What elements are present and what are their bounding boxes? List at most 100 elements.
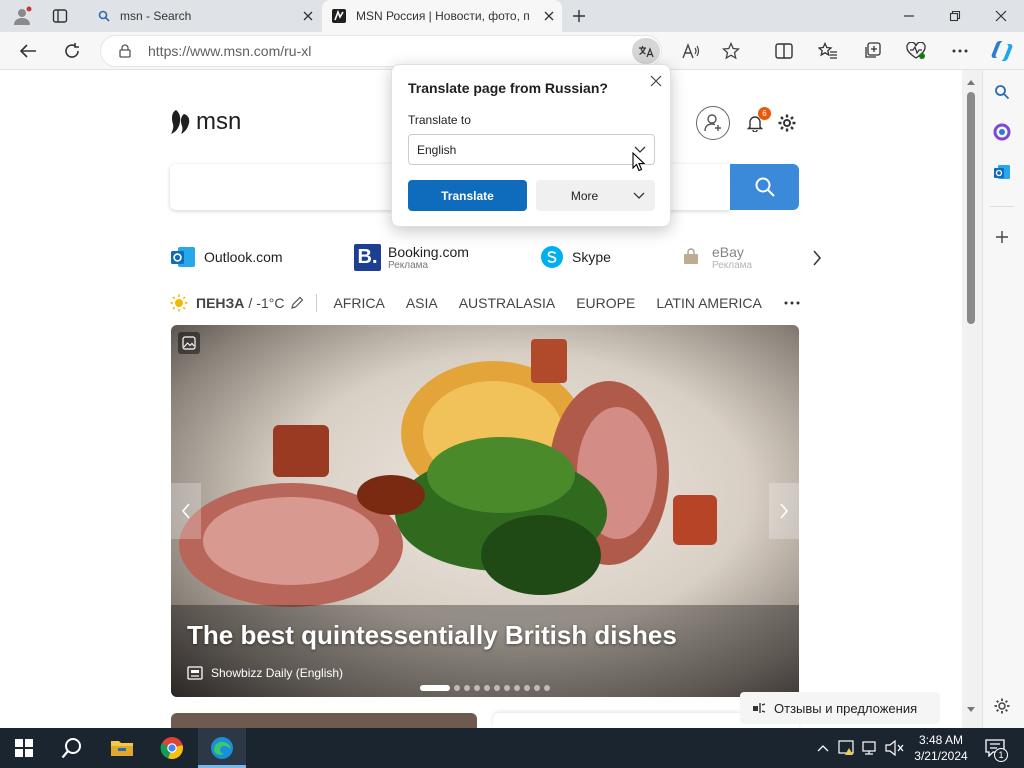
quick-link-outlook[interactable]: Outlook.com xyxy=(170,240,283,274)
copilot-icon[interactable] xyxy=(988,38,1016,64)
sidebar-add-icon[interactable] xyxy=(990,225,1014,249)
tab-title: MSN Россия | Новости, фото, п xyxy=(356,9,530,23)
sidebar-search-icon[interactable] xyxy=(990,80,1014,104)
nav-item-europe[interactable]: EUROPE xyxy=(576,295,635,311)
nav-item-latin-america[interactable]: LATIN AMERICA xyxy=(656,295,762,311)
quick-link-booking[interactable]: B. Booking.com Реклама xyxy=(354,240,469,274)
file-explorer-icon[interactable] xyxy=(98,728,146,768)
weather-temp[interactable]: -1°C xyxy=(256,295,284,311)
weather-location[interactable]: ПЕНЗА xyxy=(196,295,244,311)
edit-pencil-icon[interactable] xyxy=(290,296,304,310)
tab-actions-icon[interactable] xyxy=(50,6,70,26)
msn-logo-text: msn xyxy=(196,108,242,135)
close-window-icon[interactable] xyxy=(990,6,1012,26)
lock-icon[interactable] xyxy=(116,42,134,60)
hero-source[interactable]: Showbizz Daily (English) xyxy=(211,666,343,680)
sidebar-outlook-icon[interactable] xyxy=(990,160,1014,184)
edge-taskbar-icon[interactable] xyxy=(198,728,246,768)
favorite-star-icon[interactable] xyxy=(720,40,742,62)
carousel-dot[interactable] xyxy=(420,685,450,691)
quick-link-label: Skype xyxy=(572,249,611,265)
address-url[interactable]: https://www.msn.com/ru-xl xyxy=(148,43,311,59)
feedback-icon xyxy=(752,701,766,715)
carousel-dots[interactable] xyxy=(420,684,560,692)
mouse-cursor-icon xyxy=(632,152,646,172)
notification-center-icon[interactable] xyxy=(980,728,1010,768)
carousel-dot[interactable] xyxy=(524,685,530,691)
network-icon[interactable] xyxy=(860,728,882,768)
nav-item-asia[interactable]: ASIA xyxy=(406,295,438,311)
settings-more-icon[interactable] xyxy=(948,40,972,62)
carousel-dot[interactable] xyxy=(474,685,480,691)
feedback-label: Отзывы и предложения xyxy=(774,700,918,716)
browser-essentials-icon[interactable] xyxy=(904,40,928,62)
scroll-up-icon[interactable] xyxy=(966,78,976,86)
language-select[interactable]: English xyxy=(408,134,655,165)
nav-item-australasia[interactable]: AUSTRALASIA xyxy=(459,295,555,311)
chevron-up-icon[interactable] xyxy=(812,728,834,768)
carousel-dot[interactable] xyxy=(494,685,500,691)
new-tab-icon[interactable] xyxy=(568,6,590,26)
msn-search-button[interactable] xyxy=(730,164,799,210)
chevron-right-icon[interactable] xyxy=(806,246,828,270)
carousel-dot[interactable] xyxy=(504,685,510,691)
gear-icon[interactable] xyxy=(776,112,798,134)
account-icon[interactable] xyxy=(696,106,730,140)
chevron-down-icon xyxy=(633,192,645,200)
booking-icon: B. xyxy=(354,243,381,271)
restore-icon[interactable] xyxy=(944,6,966,26)
sidebar-copilot-icon[interactable] xyxy=(990,120,1014,144)
nav-item-africa[interactable]: AFRICA xyxy=(333,295,384,311)
msn-favicon-icon xyxy=(322,9,356,23)
outlook-icon xyxy=(171,247,195,267)
profile-icon[interactable] xyxy=(10,5,34,27)
chrome-icon[interactable] xyxy=(148,728,196,768)
more-button[interactable]: More xyxy=(536,180,655,211)
hero-next-button[interactable] xyxy=(769,483,799,539)
collections-icon[interactable] xyxy=(860,40,884,62)
tab-msn-search[interactable]: msn - Search xyxy=(88,0,320,32)
hero-prev-button[interactable] xyxy=(171,483,201,539)
msn-logo[interactable]: msn xyxy=(170,108,241,136)
sun-icon xyxy=(170,294,188,312)
close-tab-icon[interactable] xyxy=(296,11,320,21)
ad-label: Реклама xyxy=(712,259,753,271)
translate-button[interactable]: Translate xyxy=(408,180,527,211)
translate-page-icon[interactable] xyxy=(632,38,660,64)
carousel-dot[interactable] xyxy=(534,685,540,691)
favorites-icon[interactable] xyxy=(816,40,840,62)
tab-msn-russia[interactable]: MSN Россия | Новости, фото, п xyxy=(322,0,562,32)
refresh-icon[interactable] xyxy=(60,40,84,62)
split-screen-icon[interactable] xyxy=(772,40,796,62)
volume-muted-icon[interactable] xyxy=(884,728,906,768)
scrollbar-thumb[interactable] xyxy=(967,92,975,324)
weather-separator: / xyxy=(248,295,253,311)
taskbar-search-icon[interactable] xyxy=(48,728,96,768)
carousel-dot[interactable] xyxy=(484,685,490,691)
carousel-dot[interactable] xyxy=(514,685,520,691)
notification-count-badge: 1 xyxy=(994,748,1008,762)
windows-start-icon[interactable] xyxy=(0,728,48,768)
feedback-button[interactable]: Отзывы и предложения xyxy=(740,692,940,724)
image-gallery-icon[interactable] xyxy=(178,332,200,354)
back-icon[interactable] xyxy=(16,40,40,62)
carousel-dot[interactable] xyxy=(544,685,550,691)
close-icon[interactable] xyxy=(646,71,666,91)
taskbar-clock[interactable]: 3:48 AM 3/21/2024 xyxy=(908,730,974,766)
carousel-dot[interactable] xyxy=(464,685,470,691)
quick-link-ebay[interactable]: eBay Реклама xyxy=(682,240,752,274)
notification-badge: 6 xyxy=(758,107,771,120)
card-preview[interactable] xyxy=(171,713,477,728)
more-dots-icon[interactable] xyxy=(784,301,800,305)
ad-label: Реклама xyxy=(388,259,429,271)
minimize-icon[interactable] xyxy=(898,6,920,26)
close-tab-icon[interactable] xyxy=(536,11,562,21)
sidebar-settings-icon[interactable] xyxy=(990,694,1014,718)
read-aloud-icon[interactable] xyxy=(680,40,702,62)
scroll-down-icon[interactable] xyxy=(966,706,976,714)
security-warning-icon[interactable] xyxy=(836,728,858,768)
hero-headline[interactable]: The best quintessentially British dishes xyxy=(187,620,677,651)
quick-link-skype[interactable]: Skype xyxy=(540,240,611,274)
translate-popup: Translate page from Russian? Translate t… xyxy=(391,64,671,227)
carousel-dot[interactable] xyxy=(454,685,460,691)
